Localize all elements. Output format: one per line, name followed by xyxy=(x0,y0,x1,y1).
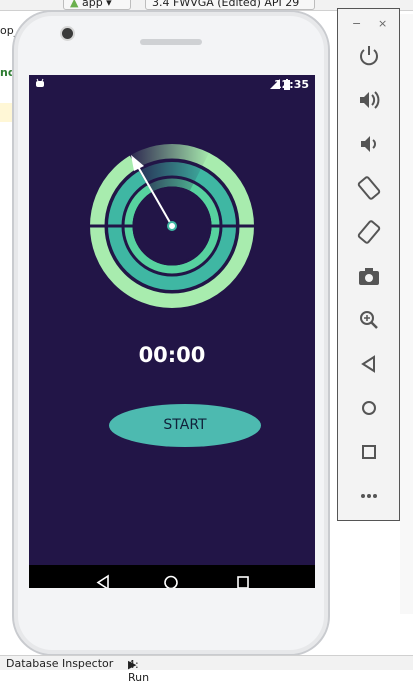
emulator-home-icon[interactable] xyxy=(354,393,384,423)
start-button[interactable]: START xyxy=(109,404,261,447)
run-config-dropdown[interactable]: ▲ app ▾ xyxy=(63,0,131,10)
zoom-icon[interactable] xyxy=(354,305,384,335)
more-icon[interactable] xyxy=(354,481,384,511)
android-icon: ▲ xyxy=(70,0,79,9)
device-screen: 12:35 00:00 START xyxy=(29,75,315,588)
navigation-bar xyxy=(29,565,315,588)
front-camera xyxy=(62,28,73,39)
ide-bottom-bar: Database Inspector ▶ 4: Run xyxy=(0,655,413,684)
emulator-overview-icon[interactable] xyxy=(354,437,384,467)
rotate-right-icon[interactable] xyxy=(354,217,384,247)
status-bar: 12:35 xyxy=(29,75,315,95)
dial-center xyxy=(167,221,177,231)
device-dropdown[interactable]: 3.4 FWVGA (Edited) API 29 xyxy=(145,0,315,10)
overview-icon[interactable] xyxy=(236,565,250,588)
close-icon[interactable]: × xyxy=(378,17,387,30)
timer-display: 00:00 xyxy=(138,343,206,367)
home-icon[interactable] xyxy=(163,565,179,588)
power-icon[interactable] xyxy=(354,41,384,71)
back-icon[interactable] xyxy=(96,565,110,588)
earpiece-speaker xyxy=(140,39,202,45)
minimize-icon[interactable]: − xyxy=(352,17,361,30)
volume-down-icon[interactable] xyxy=(354,129,384,159)
status-time: 12:35 xyxy=(273,78,309,91)
timer-dial[interactable] xyxy=(87,141,257,311)
android-notification-icon xyxy=(36,78,44,87)
emulator-toolbar: − × xyxy=(337,8,400,521)
volume-up-icon[interactable] xyxy=(354,85,384,115)
ide-highlight xyxy=(0,103,12,122)
database-inspector-tab[interactable]: Database Inspector xyxy=(6,657,113,670)
device-frame: 12:35 00:00 START xyxy=(12,10,330,656)
ide-right-panel xyxy=(400,14,413,614)
emulator-back-icon[interactable] xyxy=(354,349,384,379)
screenshot-camera-icon[interactable] xyxy=(354,261,384,291)
rotate-left-icon[interactable] xyxy=(354,173,384,203)
